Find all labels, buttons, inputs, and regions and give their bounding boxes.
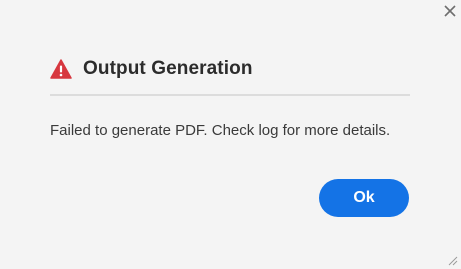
dialog-header: Output Generation [50,58,253,80]
warning-icon [50,59,72,79]
header-divider [50,94,410,96]
close-icon[interactable] [443,4,457,18]
dialog-title: Output Generation [83,58,253,79]
dialog-message: Failed to generate PDF. Check log for mo… [50,122,391,139]
output-generation-dialog: Output Generation Failed to generate PDF… [0,0,461,269]
ok-button[interactable]: Ok [319,179,409,217]
resize-grip-icon[interactable] [446,254,458,266]
